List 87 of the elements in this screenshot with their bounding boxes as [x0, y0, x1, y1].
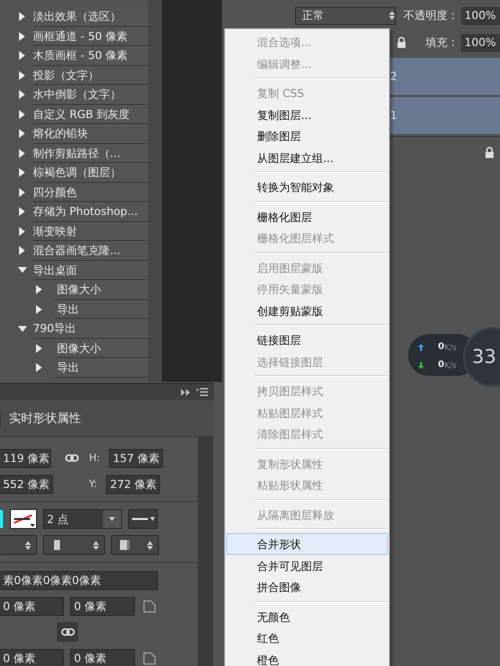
menu-item[interactable]: 拼合图像 [226, 576, 388, 598]
stroke-cap-dropdown[interactable] [43, 535, 105, 555]
action-item[interactable]: 渐变映射 [33, 222, 148, 241]
height-field[interactable]: 157 像素 [108, 448, 163, 468]
lock-icon[interactable] [396, 37, 406, 48]
expand-triangle-icon[interactable] [19, 246, 25, 256]
action-step[interactable]: 导出 [55, 300, 148, 319]
corner-icon [143, 600, 156, 612]
action-item[interactable]: 投影（文字） [33, 66, 148, 85]
corner-field[interactable]: 0 像素 [0, 648, 64, 666]
lock-icon[interactable] [485, 146, 494, 158]
stepper-arrows-icon[interactable] [25, 540, 31, 550]
menu-item[interactable]: 红色 [226, 627, 388, 648]
expand-triangle-icon[interactable] [19, 110, 25, 119]
caret-icon [109, 517, 115, 521]
collapse-triangle-icon[interactable] [18, 267, 27, 274]
expand-triangle-icon[interactable] [19, 226, 25, 236]
usage-value: 33 [472, 346, 496, 368]
panel-scrollbar[interactable] [198, 437, 213, 666]
expand-triangle-icon[interactable] [36, 363, 42, 372]
y-field[interactable]: 272 像素 [106, 474, 160, 494]
expand-triangle-icon[interactable] [36, 285, 42, 294]
panel-scrollbar[interactable] [148, 0, 162, 382]
opacity-field[interactable]: 100% [460, 6, 500, 24]
expand-triangle-icon[interactable] [19, 168, 25, 178]
y-label: Y: [89, 478, 98, 490]
expand-triangle-icon[interactable] [19, 51, 25, 60]
menu-item[interactable]: 无颜色 [226, 606, 388, 627]
expand-triangle-icon[interactable] [19, 90, 25, 100]
line-style-dropdown[interactable] [128, 509, 158, 529]
caret-icon [150, 517, 154, 521]
action-item[interactable]: 导出桌面 [33, 260, 148, 280]
download-speed: 0 [438, 360, 444, 370]
expand-triangle-icon[interactable] [36, 344, 42, 353]
height-label: H: [89, 452, 100, 464]
stroke-swatch[interactable] [10, 509, 37, 529]
fill-swatch[interactable] [0, 510, 3, 528]
speed-unit: K/s [444, 342, 456, 352]
fill-label: 填充： [426, 35, 459, 50]
width-field[interactable]: 119 像素 [0, 448, 51, 468]
expand-triangle-icon[interactable] [19, 129, 25, 138]
blend-mode-dropdown[interactable]: 正常 [295, 6, 396, 24]
link-button[interactable] [57, 622, 78, 642]
action-item[interactable]: 制作剪贴路径（... [33, 144, 148, 163]
expand-triangle-icon[interactable] [19, 148, 25, 158]
stroke-align-dropdown[interactable] [0, 535, 37, 555]
fill-field[interactable]: 100% [460, 34, 500, 52]
collapse-panel-icon[interactable] [181, 388, 190, 396]
speed-unit: K/s [444, 360, 456, 370]
upload-arrow-icon [418, 344, 424, 350]
action-item[interactable]: 自定义 RGB 到灰度 [33, 104, 148, 124]
download-arrow-icon [418, 362, 424, 368]
collapse-triangle-icon[interactable] [18, 326, 27, 332]
action-step[interactable]: 图像大小 [55, 338, 148, 358]
corner-field[interactable]: 0 像素 [0, 596, 64, 616]
stroke-join-dropdown[interactable] [111, 535, 159, 555]
menu-item[interactable]: 转换为智能对象 [226, 176, 388, 198]
panel-title: 实时形状属性 [0, 410, 81, 426]
stepper-arrows-icon[interactable] [93, 540, 99, 550]
stepper-arrows-icon[interactable] [388, 11, 395, 20]
menu-item[interactable]: 链接图层 [226, 329, 388, 350]
stroke-width-dropdown[interactable]: 2 点 [43, 509, 122, 529]
corner-field[interactable]: 0 像素 [70, 596, 135, 616]
stepper-arrows-icon[interactable] [147, 540, 153, 550]
expand-triangle-icon[interactable] [36, 304, 42, 314]
menu-item[interactable]: 创建剪贴蒙版 [226, 300, 388, 321]
link-icon[interactable] [65, 454, 79, 462]
panel-menu-icon[interactable] [196, 388, 208, 396]
upload-speed: 0 [438, 342, 444, 352]
menu-item[interactable]: 合并形状 [226, 533, 388, 554]
expand-triangle-icon[interactable] [19, 12, 25, 22]
expand-triangle-icon[interactable] [19, 32, 25, 41]
corner-field[interactable]: 0 像素 [70, 648, 135, 666]
menu-item[interactable]: 栅格化图层 [226, 206, 388, 227]
corner-radius-field[interactable]: 素0像素0像素0像素 [0, 570, 158, 590]
x-field[interactable]: 552 像素 [0, 474, 53, 494]
corner-icon [143, 652, 156, 664]
link-icon[interactable] [60, 628, 74, 636]
action-item[interactable]: 画框通道 - 50 像素 [33, 26, 148, 46]
menu-item[interactable]: 橙色 [226, 648, 388, 666]
expand-triangle-icon[interactable] [19, 207, 25, 216]
expand-triangle-icon[interactable] [19, 70, 25, 80]
expand-triangle-icon[interactable] [19, 188, 25, 197]
menu-item[interactable]: 从图层建立组... [226, 146, 388, 168]
menu-item[interactable]: 合并可见图层 [226, 554, 388, 576]
action-item[interactable]: 四分颜色 [33, 182, 148, 202]
opacity-label: 不透明度： [404, 8, 459, 23]
